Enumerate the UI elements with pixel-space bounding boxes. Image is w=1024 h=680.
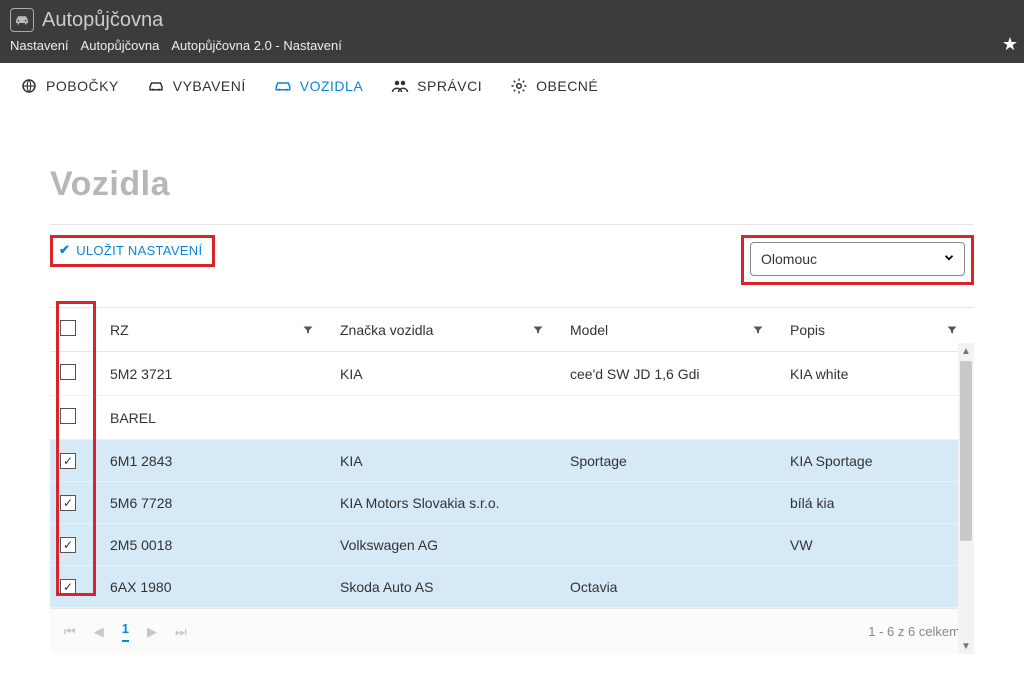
scroll-down-icon[interactable]: ▼ — [958, 638, 974, 654]
cell-rz: 2M5 0018 — [100, 524, 330, 566]
vehicles-table: RZ Značka vozidla Model Popis 5M2 3721KI… — [50, 307, 974, 654]
cell-desc — [780, 396, 974, 440]
cell-model — [560, 524, 780, 566]
app-header: Autopůjčovna Nastavení Autopůjčovna Auto… — [0, 0, 1024, 63]
row-checkbox[interactable] — [60, 537, 76, 553]
annotation-box: Olomouc — [741, 235, 974, 285]
tab-obecne[interactable]: OBECNÉ — [508, 77, 598, 95]
page-title: Vozidla — [50, 165, 974, 204]
tab-bar: POBOČKY VYBAVENÍ VOZIDLA SPRÁVCI OBECNÉ — [0, 63, 1024, 115]
cell-rz: 6M1 2843 — [100, 440, 330, 482]
cell-make — [330, 396, 560, 440]
select-all-checkbox[interactable] — [60, 320, 76, 336]
cell-rz: 6AX 1980 — [100, 566, 330, 608]
branch-dropdown[interactable]: Olomouc — [750, 242, 965, 276]
row-checkbox[interactable] — [60, 408, 76, 424]
filter-icon[interactable] — [302, 324, 314, 336]
car-icon — [272, 77, 294, 95]
scroll-thumb[interactable] — [960, 361, 972, 541]
cell-make: KIA — [330, 440, 560, 482]
row-checkbox[interactable] — [60, 579, 76, 595]
filter-icon[interactable] — [946, 324, 958, 336]
cell-model — [560, 396, 780, 440]
pager-prev-button[interactable]: ◀ — [94, 624, 104, 640]
table-row[interactable]: 2M5 0018Volkswagen AG VW — [50, 524, 974, 566]
app-title: Autopůjčovna — [42, 9, 163, 32]
cell-model: Octavia — [560, 566, 780, 608]
annotation-box: ✔ ULOŽIT NASTAVENÍ — [50, 235, 215, 267]
scroll-up-icon[interactable]: ▲ — [958, 343, 974, 359]
cell-model — [560, 482, 780, 524]
column-header[interactable]: Značka vozidla — [340, 322, 433, 338]
table-row[interactable]: BAREL — [50, 396, 974, 440]
favorite-star-icon[interactable]: ★ — [1002, 34, 1018, 55]
table-row[interactable]: 5M6 7728KIA Motors Slovakia s.r.o. bílá k… — [50, 482, 974, 524]
vertical-scrollbar[interactable]: ▲ ▼ — [958, 343, 974, 654]
tab-vybaveni[interactable]: VYBAVENÍ — [145, 77, 246, 95]
column-header[interactable]: RZ — [110, 322, 129, 338]
row-checkbox[interactable] — [60, 453, 76, 469]
cell-rz: 5M6 7728 — [100, 482, 330, 524]
gear-icon — [508, 77, 530, 95]
save-button[interactable]: ✔ ULOŽIT NASTAVENÍ — [53, 238, 212, 264]
cell-make: KIA Motors Slovakia s.r.o. — [330, 482, 560, 524]
app-logo-icon — [10, 8, 34, 32]
filter-icon[interactable] — [752, 324, 764, 336]
tab-spravci[interactable]: SPRÁVCI — [389, 77, 482, 95]
pager-next-button[interactable]: ▶ — [147, 624, 157, 640]
breadcrumb-item[interactable]: Autopůjčovna 2.0 - Nastavení — [171, 38, 342, 53]
column-header[interactable]: Popis — [790, 322, 825, 338]
globe-icon — [18, 77, 40, 95]
breadcrumb: Nastavení Autopůjčovna Autopůjčovna 2.0 … — [10, 38, 1014, 53]
table-row[interactable]: 6M1 2843KIASportageKIA Sportage — [50, 440, 974, 482]
breadcrumb-item[interactable]: Nastavení — [10, 38, 69, 53]
chevron-down-icon — [942, 251, 956, 268]
cell-rz: BAREL — [100, 396, 330, 440]
cell-model: cee'd SW JD 1,6 Gdi — [560, 352, 780, 396]
row-checkbox[interactable] — [60, 495, 76, 511]
pager: ⏮ ◀ 1 ▶ ⏭ 1 - 6 z 6 celkem — [50, 608, 974, 654]
pager-summary: 1 - 6 z 6 celkem — [868, 624, 960, 639]
cell-model: Sportage — [560, 440, 780, 482]
pager-current-page[interactable]: 1 — [122, 621, 129, 642]
breadcrumb-item[interactable]: Autopůjčovna — [81, 38, 160, 53]
tab-vozidla[interactable]: VOZIDLA — [272, 77, 363, 95]
pager-first-button[interactable]: ⏮ — [64, 624, 76, 640]
column-header[interactable]: Model — [570, 322, 608, 338]
equipment-icon — [145, 77, 167, 95]
cell-make: Volkswagen AG — [330, 524, 560, 566]
cell-make: Skoda Auto AS — [330, 566, 560, 608]
cell-desc: bílá kia — [780, 482, 974, 524]
filter-icon[interactable] — [532, 324, 544, 336]
pager-last-button[interactable]: ⏭ — [175, 624, 187, 640]
cell-desc: KIA Sportage — [780, 440, 974, 482]
cell-make: KIA — [330, 352, 560, 396]
cell-desc — [780, 566, 974, 608]
cell-rz: 5M2 3721 — [100, 352, 330, 396]
check-icon: ✔ — [59, 242, 70, 258]
row-checkbox[interactable] — [60, 364, 76, 380]
tab-pobocky[interactable]: POBOČKY — [18, 77, 119, 95]
people-icon — [389, 77, 411, 95]
table-row[interactable]: 5M2 3721KIAcee'd SW JD 1,6 GdiKIA white — [50, 352, 974, 396]
cell-desc: VW — [780, 524, 974, 566]
table-row[interactable]: 6AX 1980Skoda Auto ASOctavia — [50, 566, 974, 608]
cell-desc: KIA white — [780, 352, 974, 396]
